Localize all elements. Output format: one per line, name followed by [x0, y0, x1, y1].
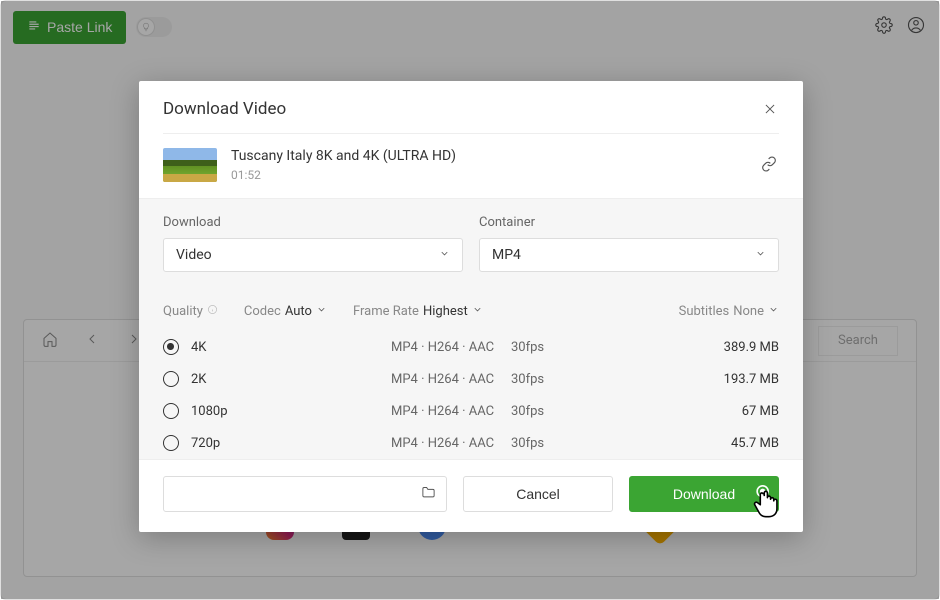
save-path-input[interactable]: [163, 476, 447, 512]
quality-codec: MP4 · H264 · AAC: [391, 404, 511, 419]
quality-radio[interactable]: [163, 371, 179, 387]
quality-fps: 30fps: [511, 372, 631, 387]
quality-name: 4K: [191, 340, 391, 355]
video-meta: Tuscany Italy 8K and 4K (ULTRA HD) 01:52: [231, 148, 747, 182]
modal-title: Download Video: [163, 99, 286, 119]
download-type-value: Video: [176, 247, 212, 263]
subtitles-filter[interactable]: Subtitles None: [679, 304, 779, 319]
quality-codec: MP4 · H264 · AAC: [391, 340, 511, 355]
container-value: MP4: [492, 247, 521, 263]
quality-label: Quality: [163, 304, 203, 319]
quality-fps: 30fps: [511, 340, 631, 355]
video-title: Tuscany Italy 8K and 4K (ULTRA HD): [231, 148, 747, 164]
quality-row[interactable]: 720pMP4 · H264 · AAC30fps 45.7 MB: [139, 427, 803, 459]
quality-row[interactable]: 2KMP4 · H264 · AAC30fps 193.7 MB: [139, 363, 803, 395]
quality-name: 1080p: [191, 404, 391, 419]
select-section: Download Video Container MP4: [139, 198, 803, 286]
subtitles-value: None: [733, 304, 764, 319]
modal-header: Download Video: [139, 81, 803, 133]
chevron-down-icon: [316, 304, 327, 319]
quality-codec: MP4 · H264 · AAC: [391, 436, 511, 451]
quality-name: 720p: [191, 436, 391, 451]
quality-fps: 30fps: [511, 404, 631, 419]
container-select[interactable]: MP4: [479, 238, 779, 272]
chevron-down-icon: [472, 304, 483, 319]
framerate-filter[interactable]: Frame Rate Highest: [353, 304, 483, 319]
video-duration: 01:52: [231, 168, 747, 182]
chevron-down-icon: [768, 304, 779, 319]
quality-name: 2K: [191, 372, 391, 387]
close-button[interactable]: [763, 101, 779, 117]
quality-radio[interactable]: [163, 339, 179, 355]
quality-size: 389.9 MB: [724, 340, 779, 355]
download-type-select[interactable]: Video: [163, 238, 463, 272]
close-icon: [763, 101, 777, 120]
container-label: Container: [479, 215, 779, 230]
quality-row[interactable]: 1080pMP4 · H264 · AAC30fps 67 MB: [139, 395, 803, 427]
framerate-value: Highest: [423, 304, 468, 319]
cancel-button[interactable]: Cancel: [463, 476, 613, 512]
quality-row[interactable]: 4KMP4 · H264 · AAC30fps 389.9 MB: [139, 331, 803, 363]
quality-size: 45.7 MB: [731, 436, 779, 451]
framerate-label: Frame Rate: [353, 304, 419, 319]
quality-radio[interactable]: [163, 435, 179, 451]
download-button[interactable]: Download: [629, 476, 779, 512]
filters-row: Quality Codec Auto Frame Rate Highest Su…: [139, 286, 803, 331]
quality-list: 4KMP4 · H264 · AAC30fps389.9 MB2KMP4 · H…: [139, 331, 803, 459]
download-type-label: Download: [163, 215, 463, 230]
codec-filter[interactable]: Codec Auto: [244, 304, 327, 319]
info-icon[interactable]: [207, 304, 218, 319]
quality-radio[interactable]: [163, 403, 179, 419]
modal-footer: Cancel Download: [139, 459, 803, 532]
video-thumbnail: [163, 148, 217, 182]
chevron-down-icon: [755, 247, 766, 263]
copy-link-button[interactable]: [761, 156, 779, 174]
video-info-row: Tuscany Italy 8K and 4K (ULTRA HD) 01:52: [139, 134, 803, 198]
app-window: Paste Link Search: [0, 0, 940, 600]
folder-icon[interactable]: [421, 485, 436, 504]
download-modal: Download Video Tuscany Italy 8K and 4K (…: [139, 81, 803, 532]
subtitles-label: Subtitles: [679, 304, 730, 319]
quality-size: 193.7 MB: [724, 372, 779, 387]
quality-size: 67 MB: [742, 404, 779, 419]
link-icon: [761, 157, 777, 176]
codec-value: Auto: [285, 304, 312, 319]
chevron-down-icon: [439, 247, 450, 263]
quality-fps: 30fps: [511, 436, 631, 451]
codec-label: Codec: [244, 304, 281, 319]
quality-codec: MP4 · H264 · AAC: [391, 372, 511, 387]
